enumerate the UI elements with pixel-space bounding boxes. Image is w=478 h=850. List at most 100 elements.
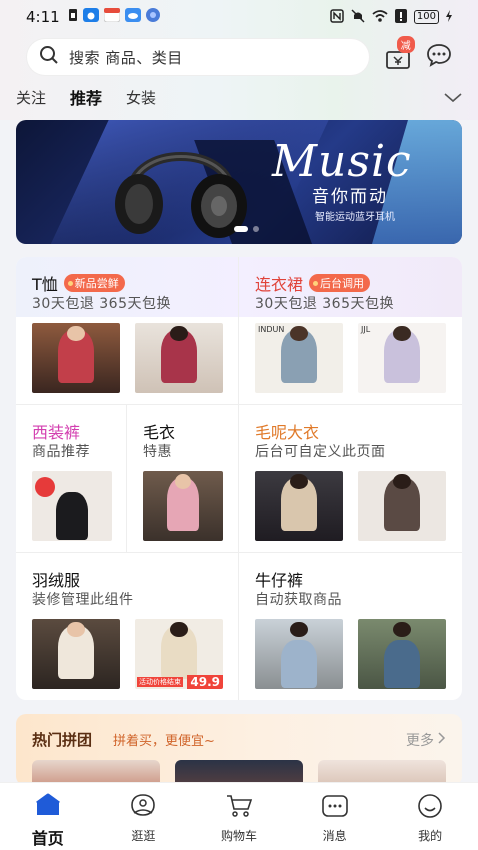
tag-label: 新品尝鲜 [74, 277, 119, 290]
cell-subtitle: 特惠 [143, 444, 172, 460]
group-buy-section: 热门拼团 拼着买，更便宜~ 更多 [16, 714, 462, 786]
search-row: 搜索 商品、类目 减 [27, 36, 452, 75]
nav-messages[interactable]: 消息 [300, 793, 370, 844]
browser-app-icon [145, 8, 160, 26]
search-input[interactable]: 搜索 商品、类目 [27, 39, 369, 75]
group-buy-subtitle: 拼着买，更便宜~ [113, 734, 215, 749]
product-image[interactable] [255, 619, 343, 689]
cell-title: 西装裤 [32, 419, 80, 443]
product-image[interactable]: INDUN [255, 323, 343, 393]
new-tag: 新品尝鲜 [63, 274, 125, 292]
tag-label: 后台调用 [320, 277, 365, 290]
grid-cell-dress[interactable]: 连衣裙 后台调用 30天包退 365天包换 INDUN JJL [239, 257, 462, 405]
calendar-app-icon [103, 7, 121, 26]
tab-follow[interactable]: 关注 [16, 87, 46, 108]
cart-icon [224, 793, 254, 823]
nav-profile[interactable]: 我的 [395, 793, 465, 844]
banner-pagination [234, 226, 259, 232]
grid-cell-sweater[interactable]: 毛衣 特惠 [127, 405, 239, 553]
coupon-button[interactable]: 减 [385, 36, 415, 70]
bottom-navigation: 首页 逛逛 购物车 消息 我的 [0, 782, 478, 850]
product-image[interactable] [32, 323, 120, 393]
profile-icon [415, 793, 445, 823]
nav-home[interactable]: 首页 [13, 793, 83, 849]
search-placeholder: 搜索 商品、类目 [69, 48, 183, 67]
tab-recommend[interactable]: 推荐 [70, 85, 102, 109]
price-tag: 49.9 [187, 675, 223, 689]
pagination-dot [234, 226, 248, 232]
status-time: 4:11 [26, 8, 60, 26]
backend-tag: 后台调用 [309, 274, 371, 292]
grid-cell-trousers[interactable]: 西装裤 商品推荐 [16, 405, 127, 553]
search-icon [39, 45, 59, 69]
nav-label: 首页 [31, 829, 64, 848]
banner-subtitle: 音你而动 [312, 187, 388, 207]
nfc-icon [330, 8, 344, 26]
nav-label: 我的 [418, 829, 443, 843]
nav-browse[interactable]: 逛逛 [108, 793, 178, 844]
more-label: 更多 [406, 733, 434, 749]
cell-title: 毛衣 [143, 419, 175, 443]
product-image[interactable]: JJL [358, 323, 446, 393]
coupon-badge: 减 [396, 36, 415, 53]
cell-title-text: 羽绒服 [32, 571, 81, 590]
chat-button[interactable] [426, 43, 452, 71]
cell-title-text: 牛仔裤 [255, 571, 304, 590]
status-right: 100 [330, 8, 452, 26]
product-image[interactable] [32, 471, 112, 541]
battery-level: 100 [413, 10, 439, 24]
cell-title: 连衣裙 后台调用 [255, 271, 371, 295]
grid-cell-jeans[interactable]: 牛仔裤 自动获取商品 [239, 553, 462, 700]
promo-text: 活动价格结束 [137, 677, 183, 687]
brand-label: INDUN [258, 325, 285, 334]
tab-women[interactable]: 女装 [126, 87, 156, 108]
wifi-icon [372, 9, 388, 26]
promo-banner[interactable]: Music 音你而动 智能运动蓝牙耳机 [16, 120, 462, 244]
home-icon [33, 793, 63, 821]
product-image[interactable] [32, 619, 120, 689]
product-image[interactable] [143, 471, 223, 541]
category-grid: T恤 新品尝鲜 30天包退 365天包换 连衣裙 后台调用 30天包退 365天… [16, 257, 462, 700]
grid-cell-tshirt[interactable]: T恤 新品尝鲜 30天包退 365天包换 [16, 257, 239, 405]
message-icon [320, 793, 350, 823]
cell-subtitle: 自动获取商品 [255, 592, 342, 608]
cell-subtitle: 商品推荐 [32, 444, 90, 460]
chevron-down-icon[interactable] [444, 88, 462, 107]
cell-title-text: 毛衣 [143, 423, 176, 442]
cell-title-text: 西装裤 [32, 423, 81, 442]
chevron-right-icon [438, 732, 446, 748]
cell-subtitle: 装修管理此组件 [32, 592, 134, 608]
status-bar: 4:11 100 [0, 0, 478, 34]
alert-icon [394, 8, 407, 26]
category-tabs: 关注 推荐 女装 [16, 86, 462, 108]
headphones-image [115, 152, 247, 238]
cell-title: 羽绒服 [32, 567, 80, 591]
cell-title-text: 毛呢大衣 [255, 423, 320, 442]
cloud-icon [124, 8, 141, 26]
product-image[interactable] [135, 323, 223, 393]
group-buy-title: 热门拼团 [32, 731, 93, 749]
chat-bubble-icon [426, 44, 452, 71]
cell-title: T恤 新品尝鲜 [32, 271, 125, 295]
mute-icon [351, 8, 365, 26]
product-image[interactable]: 活动价格结束 49.9 [135, 619, 223, 689]
promo-badge-icon [35, 477, 55, 497]
cell-subtitle: 后台可自定义此页面 [255, 444, 386, 460]
grid-cell-coat[interactable]: 毛呢大衣 后台可自定义此页面 [239, 405, 462, 553]
banner-title: Music [272, 136, 412, 187]
group-buy-more-link[interactable]: 更多 [406, 730, 446, 750]
pagination-dot [253, 226, 259, 232]
brand-label: JJL [361, 325, 371, 334]
nav-label: 逛逛 [131, 829, 156, 843]
nav-cart[interactable]: 购物车 [204, 793, 274, 844]
banner-caption: 智能运动蓝牙耳机 [315, 212, 395, 223]
product-image[interactable] [358, 619, 446, 689]
nav-label: 购物车 [220, 829, 257, 843]
cell-subtitle: 30天包退 365天包换 [255, 296, 394, 312]
product-image[interactable] [255, 471, 343, 541]
cell-title: 毛呢大衣 [255, 419, 319, 443]
grid-cell-down-jacket[interactable]: 羽绒服 装修管理此组件 活动价格结束 49.9 [16, 553, 239, 700]
sim-icon [68, 8, 78, 26]
product-image[interactable] [358, 471, 446, 541]
browse-icon [128, 793, 158, 823]
